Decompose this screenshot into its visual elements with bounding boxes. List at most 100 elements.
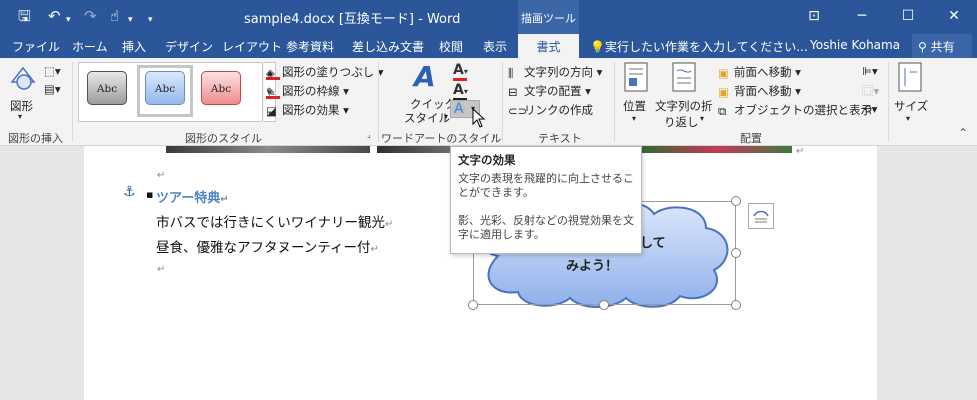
layout-options-icon (753, 210, 769, 223)
size-button[interactable]: サイズ ▾ (892, 62, 928, 126)
redo-icon[interactable]: ↷ (84, 6, 97, 26)
pen-icon: ✎ (266, 85, 280, 99)
photo-strip-left (166, 146, 370, 153)
resize-handle-top-right[interactable] (731, 196, 741, 206)
selection-pane-icon: ⧉ (718, 103, 727, 118)
shapes-dropdown-icon: ▾ (18, 112, 23, 121)
group-label-shape-styles: 図形のスタイル (185, 132, 262, 145)
anchor-icon[interactable]: ⚓ (123, 184, 136, 200)
quick-styles-button[interactable]: A クイック スタイル ▾ (400, 60, 456, 128)
wordart-a-icon: A (414, 60, 436, 93)
align-text-icon: ⊟ (508, 84, 518, 99)
wrap-text-dropdown-icon: ▾ (700, 114, 705, 123)
window-title: sample4.docx [互換モード] - Word (244, 12, 461, 27)
bring-forward-button[interactable]: ▣ 前面へ移動 ▾ (718, 64, 801, 80)
group-divider (72, 62, 73, 142)
resize-handle-bottom-left[interactable] (468, 300, 478, 310)
shapes-icon (10, 66, 36, 90)
shapes-button[interactable]: 図形 ▾ (6, 62, 40, 122)
photo-strip-middle (377, 146, 451, 153)
layout-options-button[interactable] (748, 203, 774, 229)
wrap-text-label-1: 文字列の折 (655, 99, 713, 113)
heading-tour-benefits[interactable]: ツアー特典↵ (156, 187, 229, 206)
shape-effects-button[interactable]: ◪ 図形の効果 ▾ (266, 102, 349, 118)
shape-style-gray[interactable]: Abc (87, 71, 127, 105)
customize-qat-icon[interactable]: ▾ (148, 10, 153, 30)
tab-design[interactable]: デザイン (165, 38, 213, 55)
text-outline-icon[interactable]: A▾ (453, 82, 468, 98)
lightbulb-icon: 💡 (590, 40, 605, 54)
wrap-text-button[interactable]: 文字列の折 り返し ▾ (654, 62, 714, 129)
tab-references[interactable]: 参考資料 (286, 38, 334, 55)
align-text-button[interactable]: ⊟ 文字の配置 ▾ (508, 83, 591, 99)
group-divider (614, 62, 615, 142)
save-icon[interactable]: 🖫 (18, 6, 31, 26)
text-direction-button[interactable]: ⫼ 文字列の方向 ▾ (508, 64, 602, 80)
group-label-insert-shapes: 図形の挿入 (8, 132, 63, 145)
tab-mailings[interactable]: 差し込み文書 (352, 38, 424, 55)
create-link-button[interactable]: ⊂⊃リンクの作成 (508, 102, 593, 118)
edit-shape-icon[interactable]: ⬚▾ (44, 64, 61, 78)
tell-me-search[interactable]: 💡実行したい作業を入力してください... (590, 38, 808, 55)
position-button[interactable]: 位置 ▾ (620, 62, 652, 126)
resize-handle-right[interactable] (731, 248, 741, 258)
text-effects-icon: A (454, 101, 464, 117)
selection-pane-button[interactable]: ⧉ オブジェクトの選択と表示 (718, 102, 872, 118)
text-fill-color-bar (453, 78, 467, 81)
text-direction-icon: ⫼ (508, 65, 514, 80)
size-label: サイズ (894, 99, 929, 113)
size-icon (898, 62, 922, 92)
maximize-button[interactable]: ☐ (886, 0, 930, 32)
minimize-button[interactable]: ─ (840, 0, 884, 32)
share-button[interactable]: ⚲ 共有 (912, 34, 972, 58)
group-objects-icon[interactable]: ⿴▾ (862, 83, 879, 99)
tab-file[interactable]: ファイル (12, 38, 60, 55)
align-objects-icon[interactable]: ⊫▾ (862, 64, 878, 78)
resize-handle-bottom-right[interactable] (731, 300, 741, 310)
tab-insert[interactable]: 挿入 (122, 38, 146, 55)
wrap-text-label-2: り返し (664, 115, 699, 129)
tooltip-title: 文字の効果 (458, 153, 516, 167)
shape-effects-icon: ◪ (266, 103, 277, 118)
link-icon: ⊂⊃ (508, 103, 528, 118)
paragraph-mark: ↵ (157, 170, 166, 181)
shape-styles-launcher-icon[interactable]: ⌟ (367, 130, 371, 139)
wordart-launcher-icon[interactable]: ⌟ (492, 130, 496, 139)
shape-style-blue[interactable]: Abc (145, 71, 185, 105)
tab-layout[interactable]: レイアウト (222, 38, 282, 55)
shape-style-gallery[interactable]: Abc Abc Abc (78, 62, 263, 122)
shape-outline-button[interactable]: ✎ 図形の枠線 ▾ (266, 83, 349, 99)
text-effects-tooltip: 文字の効果 文字の表現を飛躍的に向上させるこ とができます。 影、光彩、反射など… (450, 146, 642, 254)
shape-style-red[interactable]: Abc (201, 71, 241, 105)
rotate-icon[interactable]: ⟲▾ (862, 102, 877, 116)
send-backward-button[interactable]: ▣ 背面へ移動 ▾ (718, 83, 801, 99)
undo-dropdown-icon[interactable]: ▾ (66, 10, 71, 30)
ribbon: 図形 ▾ ⬚▾ ▤▾ 図形の挿入 Abc Abc Abc ▲ ▼ ▾ ◈ 図形の塗りつ… (0, 58, 977, 146)
close-button[interactable]: ✕ (932, 0, 976, 32)
tab-view[interactable]: 表示 (483, 38, 507, 55)
undo-icon[interactable]: ↶ (48, 6, 61, 26)
shape-fill-button[interactable]: ◈ 図形の塗りつぶし ▾ (266, 64, 384, 80)
touch-mode-icon[interactable]: ☝ (110, 6, 119, 26)
tab-home[interactable]: ホーム (72, 38, 108, 55)
doc-line-1[interactable]: 市バスでは行きにくいワイナリー観光↵ (156, 211, 393, 231)
paint-bucket-icon: ◈ (266, 66, 280, 80)
position-icon (624, 62, 648, 92)
text-fill-icon[interactable]: A▾ (453, 62, 468, 78)
paragraph-mark: ↵ (220, 194, 229, 205)
tooltip-text-4: 字に適用します。 (458, 228, 545, 241)
tab-review[interactable]: 校閲 (439, 38, 463, 55)
tab-format[interactable]: 書式 (518, 34, 579, 58)
paragraph-mark: ↵ (370, 244, 379, 255)
text-box-icon[interactable]: ▤▾ (44, 82, 61, 96)
touch-dropdown-icon[interactable]: ▾ (128, 10, 133, 30)
wrap-text-icon (672, 62, 696, 92)
user-name[interactable]: Yoshie Kohama (810, 38, 900, 52)
group-label-wordart-styles: ワードアートのスタイル (381, 132, 502, 145)
doc-line-2[interactable]: 昼食、優雅なアフタヌーンティー付↵ (156, 236, 379, 256)
group-divider (378, 62, 379, 142)
ribbon-display-options-icon[interactable]: ⊡ (792, 0, 836, 32)
drawing-tools-context-label: 描画ツール (518, 0, 579, 34)
resize-handle-bottom[interactable] (599, 300, 609, 310)
collapse-ribbon-icon[interactable]: ⌃ (958, 126, 968, 140)
